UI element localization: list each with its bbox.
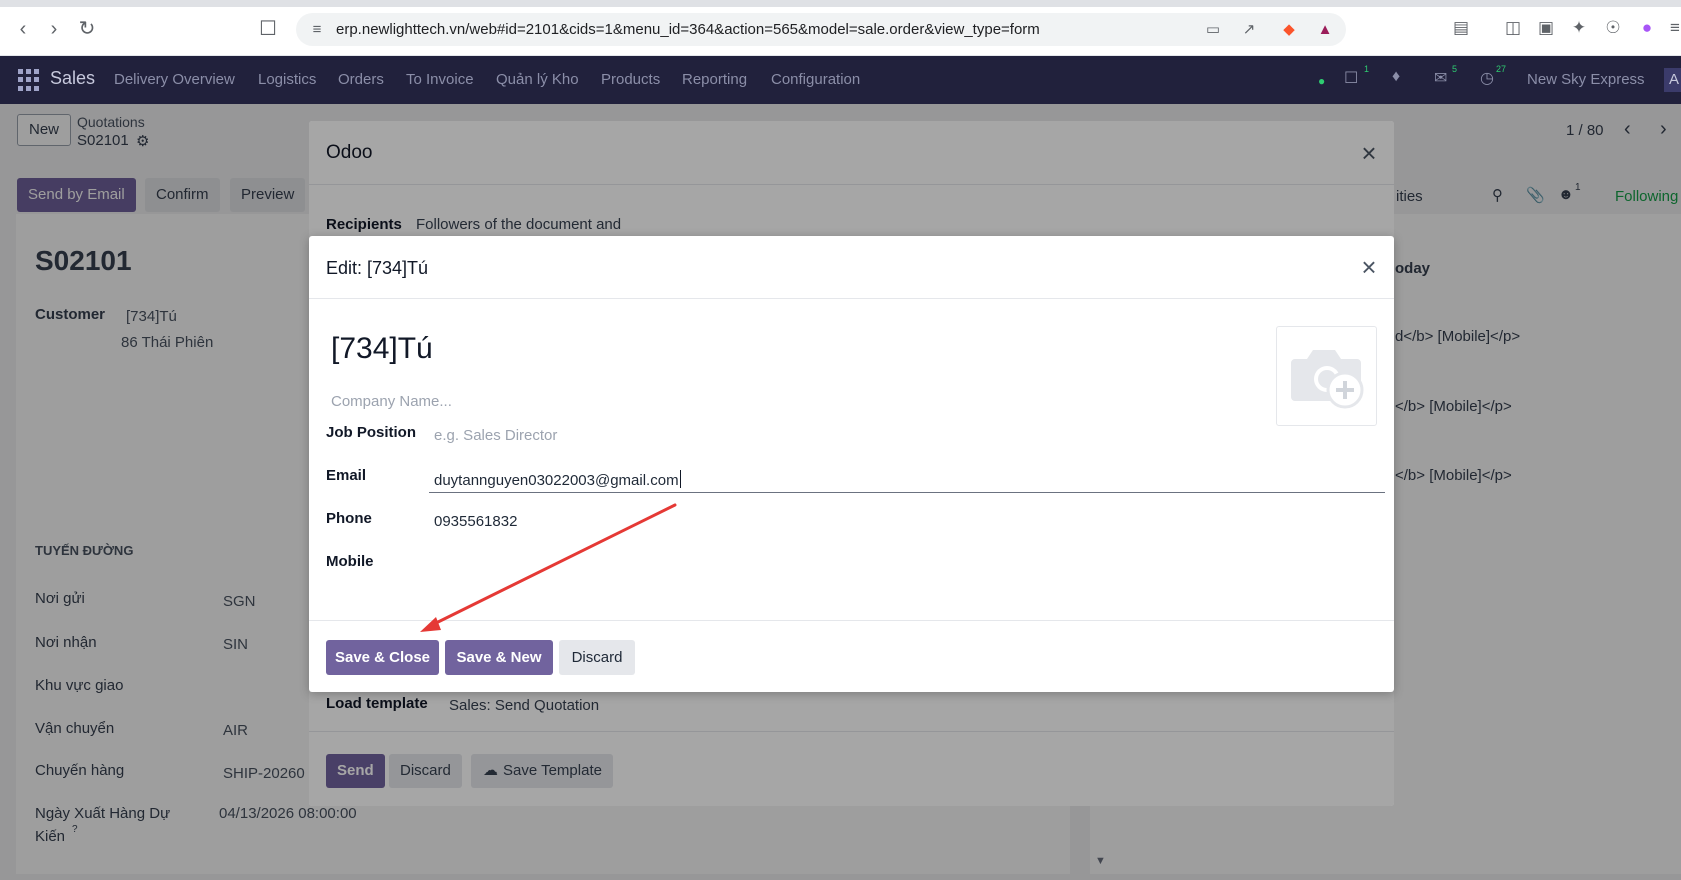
messages-badge: 5 [1452, 64, 1458, 74]
back-icon[interactable]: ‹ [12, 18, 34, 40]
company-name-input[interactable]: Company Name... [331, 393, 452, 410]
browser-tab-strip [0, 0, 1681, 7]
edit-dialog-footer-divider [309, 620, 1394, 621]
edit-partner-dialog: Edit: [734]Tú × [734]Tú Company Name... … [309, 236, 1394, 692]
url-text[interactable]: erp.newlighttech.vn/web#id=2101&cids=1&m… [336, 21, 1040, 38]
job-position-input[interactable]: e.g. Sales Director [434, 427, 557, 444]
reader-mode-icon[interactable]: ▤ [1450, 17, 1472, 39]
messages-icon[interactable]: ✉ [1434, 68, 1447, 88]
email-input[interactable]: duytannguyen03022003@gmail.com [434, 470, 681, 489]
profile-icon[interactable]: ● [1636, 17, 1658, 39]
menu-configuration[interactable]: Configuration [771, 71, 860, 88]
reload-icon[interactable]: ↻ [76, 18, 98, 40]
forward-icon[interactable]: › [43, 18, 65, 40]
browser-toolbar: ‹ › ↻ ☐ ≡ erp.newlighttech.vn/web#id=210… [0, 0, 1681, 56]
job-position-label: Job Position [326, 424, 416, 441]
menu-icon[interactable]: ≡ [1664, 17, 1681, 39]
edit-dialog-title: Edit: [734]Tú [326, 258, 429, 278]
presence-dot-icon: ● [1318, 74, 1326, 88]
discard-button[interactable]: Discard [559, 640, 635, 675]
mobile-input[interactable] [434, 556, 734, 576]
email-value: duytannguyen03022003@gmail.com [434, 472, 679, 489]
app-brand[interactable]: Sales [50, 68, 95, 89]
sidebar-icon[interactable]: ◫ [1502, 17, 1524, 39]
activity-icon[interactable]: ☐ [1344, 68, 1358, 88]
menu-products[interactable]: Products [601, 71, 660, 88]
save-new-button[interactable]: Save & New [445, 640, 553, 675]
menu-delivery-overview[interactable]: Delivery Overview [114, 71, 235, 88]
menu-logistics[interactable]: Logistics [258, 71, 316, 88]
brave-shield-icon[interactable]: ◆ [1280, 21, 1298, 39]
menu-reporting[interactable]: Reporting [682, 71, 747, 88]
close-icon[interactable]: × [1358, 254, 1380, 280]
edit-dialog-header: Edit: [734]Tú × [309, 236, 1394, 299]
email-label: Email [326, 467, 367, 484]
text-caret [679, 470, 681, 488]
avatar-upload[interactable] [1276, 326, 1377, 426]
menu-orders[interactable]: Orders [338, 71, 384, 88]
leo-ai-icon[interactable]: ✦ [1568, 17, 1590, 39]
share-icon[interactable]: ↗ [1240, 21, 1258, 39]
email-input-underline [429, 492, 1385, 493]
company-switcher[interactable]: New Sky Express [1527, 71, 1645, 88]
save-close-button[interactable]: Save & Close [326, 640, 439, 675]
clock-icon[interactable]: ◷ [1480, 68, 1494, 88]
site-settings-icon[interactable]: ≡ [308, 21, 326, 39]
address-bar[interactable]: ≡ erp.newlighttech.vn/web#id=2101&cids=1… [296, 13, 1346, 46]
activity-badge: 1 [1364, 64, 1370, 74]
apps-grid-icon[interactable] [18, 69, 40, 91]
wallet-icon[interactable]: ▣ [1535, 17, 1557, 39]
odoo-navbar: Sales Delivery Overview Logistics Orders… [0, 56, 1681, 104]
user-avatar[interactable]: A [1664, 68, 1681, 92]
phone-label: Phone [326, 510, 372, 527]
mobile-label: Mobile [326, 553, 374, 570]
cast-icon[interactable]: ▭ [1204, 21, 1222, 39]
bookmark-icon[interactable]: ☐ [257, 18, 279, 40]
brave-rewards-icon[interactable]: ▲ [1316, 21, 1334, 39]
bell-icon[interactable]: ♦ [1392, 68, 1400, 86]
menu-to-invoice[interactable]: To Invoice [406, 71, 474, 88]
menu-quan-ly-kho[interactable]: Quản lý Kho [496, 71, 579, 88]
phone-input[interactable]: 0935561832 [434, 513, 517, 530]
vpn-icon[interactable]: ☉ [1602, 17, 1624, 39]
camera-plus-icon [1291, 350, 1364, 409]
partner-name-input[interactable]: [734]Tú [331, 332, 433, 366]
clock-badge: 27 [1496, 64, 1507, 74]
